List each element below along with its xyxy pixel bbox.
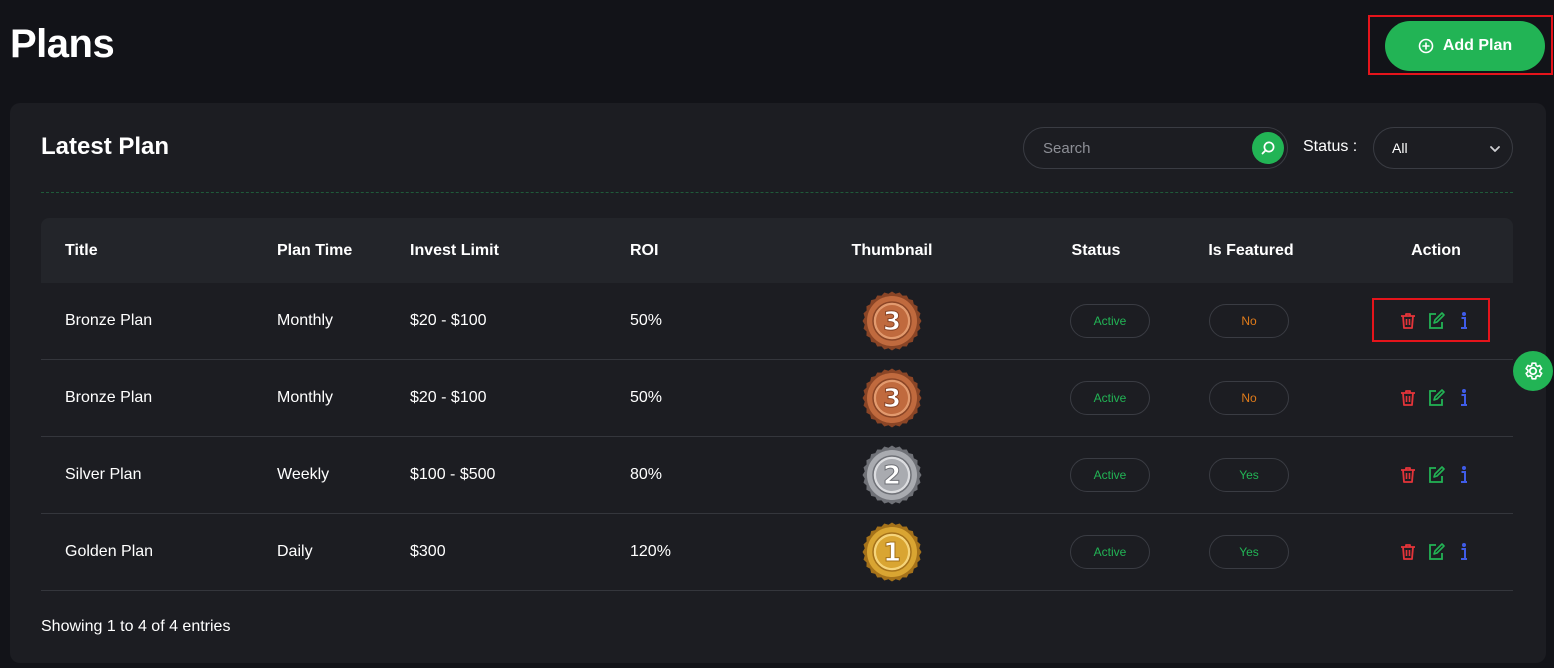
column-header-roi: ROI [630, 241, 659, 259]
roi: 120% [630, 543, 671, 560]
info-button[interactable] [1455, 311, 1473, 331]
search-input[interactable] [1024, 128, 1244, 168]
info-button[interactable] [1455, 542, 1473, 562]
delete-button[interactable] [1399, 388, 1417, 408]
trash-icon [1401, 467, 1415, 483]
plan-title: Bronze Plan [65, 389, 153, 406]
row-actions [1391, 388, 1481, 408]
plan-time: Monthly [277, 389, 334, 406]
column-header-invest-limit: Invest Limit [410, 241, 499, 259]
add-plan-button[interactable]: Add Plan [1385, 21, 1545, 71]
edit-button[interactable] [1427, 311, 1445, 331]
medal-rank: 3 [883, 307, 901, 337]
edit-button[interactable] [1427, 465, 1445, 485]
plan-thumbnail: 3 [851, 368, 933, 428]
status-filter-select[interactable]: All [1373, 127, 1513, 169]
column-header-action: Action [1411, 241, 1461, 259]
medal-rank: 3 [883, 384, 901, 414]
trash-icon [1401, 313, 1415, 329]
featured-badge: No [1209, 381, 1289, 415]
row-actions [1391, 465, 1481, 485]
invest-limit: $300 [410, 543, 446, 560]
status-badge: Active [1070, 381, 1150, 415]
chevron-down-icon [1490, 146, 1500, 152]
delete-button[interactable] [1399, 311, 1417, 331]
info-icon [1461, 389, 1467, 406]
invest-limit: $100 - $500 [410, 466, 496, 483]
plan-time: Weekly [277, 466, 330, 483]
column-header-plan-time: Plan Time [277, 241, 353, 259]
silver-medal-icon: 2 [862, 445, 922, 505]
plan-thumbnail: 2 [851, 445, 933, 505]
plan-thumbnail: 3 [851, 291, 933, 351]
gear-icon [1525, 362, 1543, 380]
info-button[interactable] [1455, 465, 1473, 485]
trash-icon [1401, 544, 1415, 560]
add-plan-label: Add Plan [1442, 37, 1513, 54]
bronze-medal-icon: 3 [862, 291, 922, 351]
roi: 50% [630, 312, 663, 329]
featured-badge: No [1209, 304, 1289, 338]
column-header-thumbnail: Thumbnail [851, 241, 933, 259]
invest-limit: $20 - $100 [410, 389, 487, 406]
invest-limit: $20 - $100 [410, 312, 487, 329]
plan-time: Monthly [277, 312, 334, 329]
plan-title: Bronze Plan [65, 312, 153, 329]
table-row: Bronze Plan Monthly $20 - $100 50% 3 Act… [41, 283, 1513, 360]
plan-thumbnail: 1 [851, 522, 933, 582]
status-badge: Active [1070, 535, 1150, 569]
roi: 50% [630, 389, 663, 406]
plan-title: Golden Plan [65, 543, 154, 560]
bronze-medal-icon: 3 [862, 368, 922, 428]
edit-button[interactable] [1427, 388, 1445, 408]
search-button[interactable] [1252, 132, 1284, 164]
edit-icon [1429, 466, 1445, 483]
search-icon [1261, 141, 1275, 155]
plans-card: Latest Plan Status : All Title Plan Time… [10, 103, 1546, 663]
search-box [1023, 127, 1288, 169]
table-header: Title Plan Time Invest Limit ROI Thumbna… [41, 218, 1513, 283]
info-icon [1461, 312, 1467, 329]
page-title: Plans [10, 22, 115, 66]
status-badge: Active [1070, 458, 1150, 492]
entries-info: Showing 1 to 4 of 4 entries [41, 618, 231, 635]
gold-medal-icon: 1 [862, 522, 922, 582]
edit-icon [1429, 389, 1445, 406]
featured-badge: Yes [1209, 458, 1289, 492]
table-row: Silver Plan Weekly $100 - $500 80% 2 Act… [41, 437, 1513, 514]
table-row: Bronze Plan Monthly $20 - $100 50% 3 Act… [41, 360, 1513, 437]
edit-icon [1429, 543, 1445, 560]
header-divider [41, 192, 1513, 193]
featured-badge: Yes [1209, 535, 1289, 569]
status-filter-value: All [1392, 140, 1408, 156]
roi: 80% [630, 466, 663, 483]
card-title: Latest Plan [41, 133, 170, 160]
plan-time: Daily [277, 543, 313, 560]
info-icon [1461, 543, 1467, 560]
settings-button[interactable] [1513, 351, 1553, 391]
plan-title: Silver Plan [65, 466, 142, 483]
column-header-status: Status [1071, 241, 1121, 259]
row-actions [1391, 542, 1481, 562]
delete-button[interactable] [1399, 542, 1417, 562]
column-header-is-featured: Is Featured [1208, 241, 1294, 259]
plans-table: Title Plan Time Invest Limit ROI Thumbna… [41, 218, 1513, 591]
status-badge: Active [1070, 304, 1150, 338]
info-button[interactable] [1455, 388, 1473, 408]
column-header-title: Title [65, 241, 98, 259]
delete-button[interactable] [1399, 465, 1417, 485]
trash-icon [1401, 390, 1415, 406]
edit-icon [1429, 312, 1445, 329]
plus-circle-icon [1418, 38, 1434, 54]
row-actions [1391, 311, 1481, 331]
medal-rank: 1 [883, 538, 901, 568]
edit-button[interactable] [1427, 542, 1445, 562]
info-icon [1461, 466, 1467, 483]
medal-rank: 2 [883, 461, 901, 491]
status-filter-label: Status : [1303, 138, 1358, 155]
table-row: Golden Plan Daily $300 120% 1 Active Yes [41, 514, 1513, 591]
